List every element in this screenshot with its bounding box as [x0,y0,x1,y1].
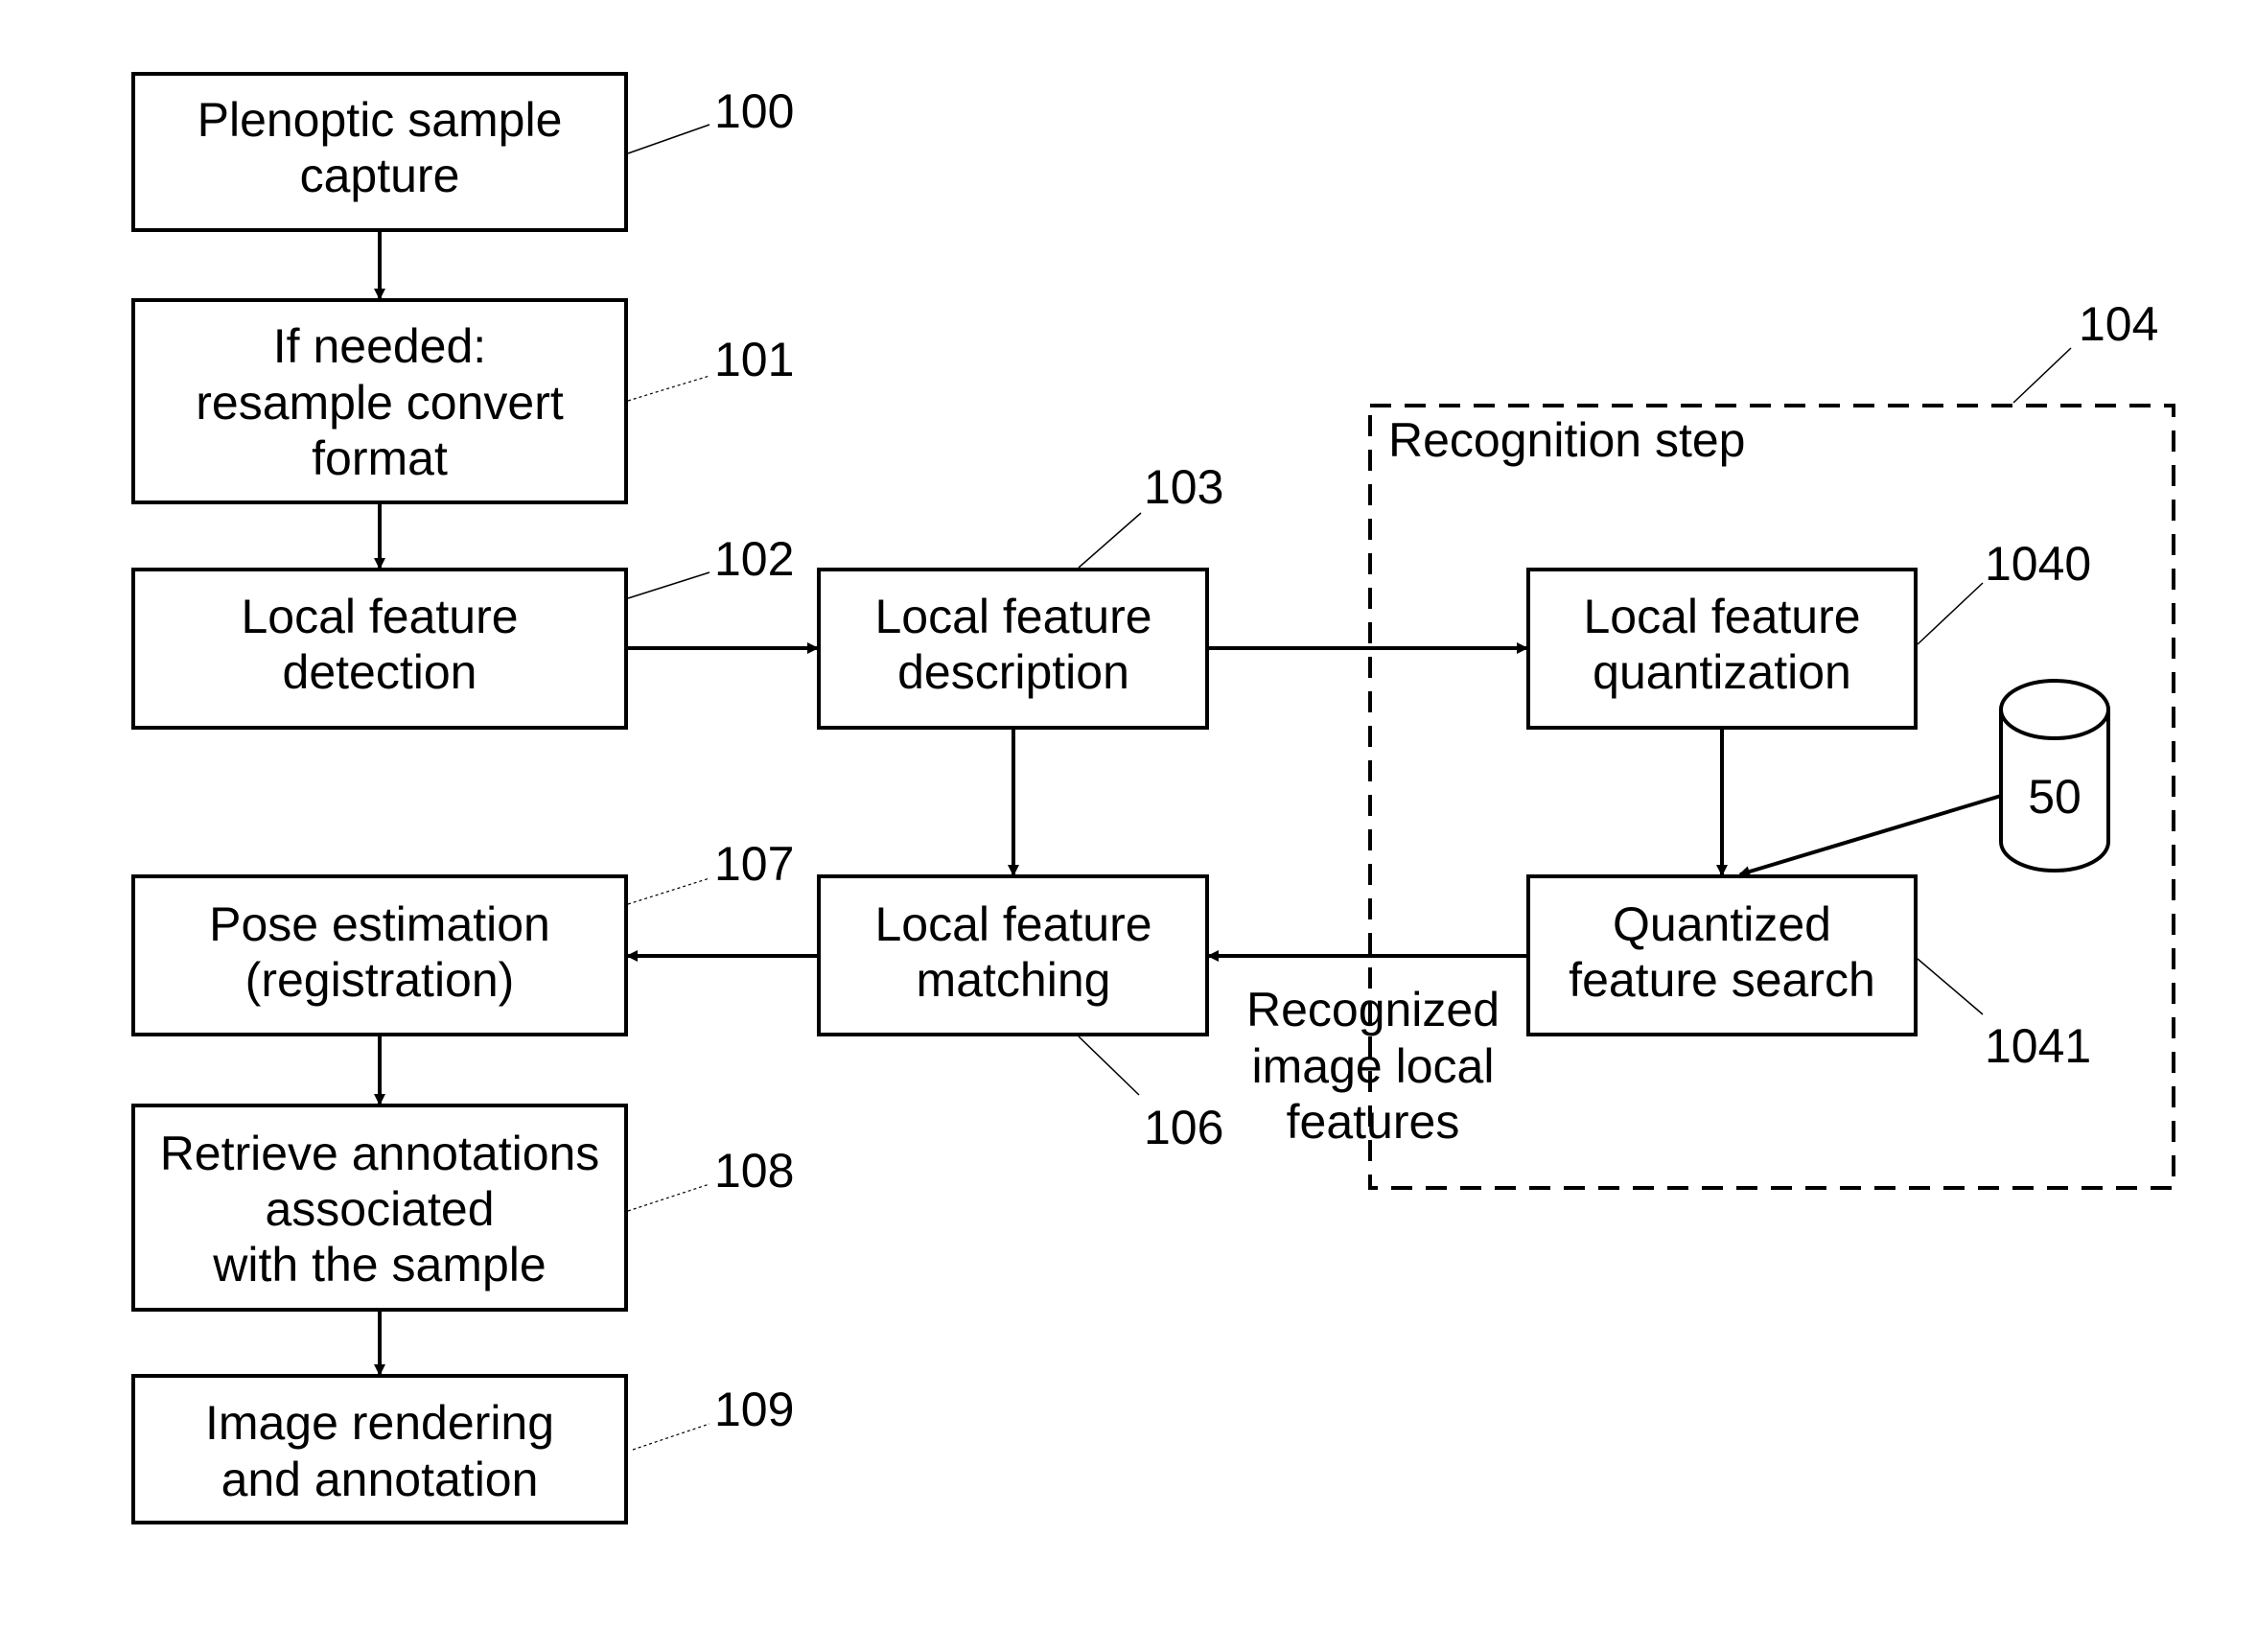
step-101-line-2: resample convert [196,376,564,430]
step-108-line-1: Retrieve annotations [160,1127,600,1180]
ref-106-leader [1078,1035,1140,1096]
ref-100-label: 100 [714,84,794,138]
step-109-line-1: Image rendering [205,1396,554,1450]
database-label: 50 [2028,770,2082,824]
edge-label-line-3: features [1287,1095,1460,1149]
ref-101-label: 101 [714,333,794,386]
step-resample-convert[interactable]: If needed: resample convert format [131,298,628,504]
ref-107-label: 107 [714,837,794,891]
step-pose-estimation[interactable]: Pose estimation (registration) [131,874,628,1036]
recognition-step-title: Recognition step [1388,413,1745,467]
ref-103-leader [1078,512,1142,569]
ref-1040-label: 1040 [1985,537,2091,591]
step-106-line-1: Local feature [874,897,1151,951]
step-108-line-3: with the sample [212,1238,546,1291]
step-local-feature-quantization[interactable]: Local feature quantization [1526,568,1918,730]
ref-1041-label: 1041 [1985,1019,2091,1073]
step-102-line-2: detection [283,645,477,699]
step-image-rendering[interactable]: Image rendering and annotation [131,1374,628,1524]
step-108-line-2: associated [265,1182,494,1236]
ref-108-leader [627,1183,710,1212]
edge-label-line-2: image local [1252,1039,1495,1093]
arrow-50-to-1041 [1738,794,2002,877]
ref-108-label: 108 [714,1144,794,1198]
step-101-line-1: If needed: [273,319,486,373]
database-50[interactable]: 50 [1999,679,2110,873]
step-quantized-feature-search[interactable]: Quantized feature search [1526,874,1918,1036]
ref-100-leader [627,124,710,154]
step-107-line-2: (registration) [245,953,515,1007]
step-107-line-1: Pose estimation [209,897,550,951]
step-1040-line-2: quantization [1593,645,1851,699]
step-local-feature-matching[interactable]: Local feature matching [817,874,1209,1036]
step-102-line-1: Local feature [241,590,518,643]
step-103-line-2: description [897,645,1129,699]
edge-label-line-1: Recognized [1246,983,1500,1036]
ref-109-label: 109 [714,1383,794,1436]
step-100-line-1: Plenoptic sample [198,93,563,147]
step-1041-line-1: Quantized [1613,897,1831,951]
step-local-feature-detection[interactable]: Local feature detection [131,568,628,730]
ref-1041-leader [1917,958,1984,1015]
step-103-line-1: Local feature [874,590,1151,643]
ref-104-label: 104 [2079,297,2158,351]
ref-102-leader [627,571,710,599]
ref-102-label: 102 [714,532,794,586]
step-106-line-2: matching [917,953,1111,1007]
step-1041-line-2: feature search [1569,953,1875,1007]
step-1040-line-1: Local feature [1583,590,1860,643]
ref-107-leader [627,877,710,905]
step-109-line-2: and annotation [221,1453,539,1506]
ref-104-leader [2012,347,2072,404]
step-local-feature-description[interactable]: Local feature description [817,568,1209,730]
step-plenoptic-capture[interactable]: Plenoptic sample capture [131,72,628,232]
step-retrieve-annotations[interactable]: Retrieve annotations associated with the… [131,1104,628,1312]
step-100-line-2: capture [300,149,460,202]
ref-109-leader [632,1423,710,1451]
ref-103-label: 103 [1144,460,1223,514]
database-top [1999,679,2110,740]
flowchart-canvas: Recognition step 104 Plenoptic sample ca… [131,72,2175,1524]
ref-101-leader [627,375,710,402]
ref-1040-leader [1917,582,1984,645]
step-101-line-3: format [312,431,448,485]
edge-label-recognized-features: Recognized image local features [1246,983,1500,1149]
ref-106-label: 106 [1144,1101,1223,1154]
